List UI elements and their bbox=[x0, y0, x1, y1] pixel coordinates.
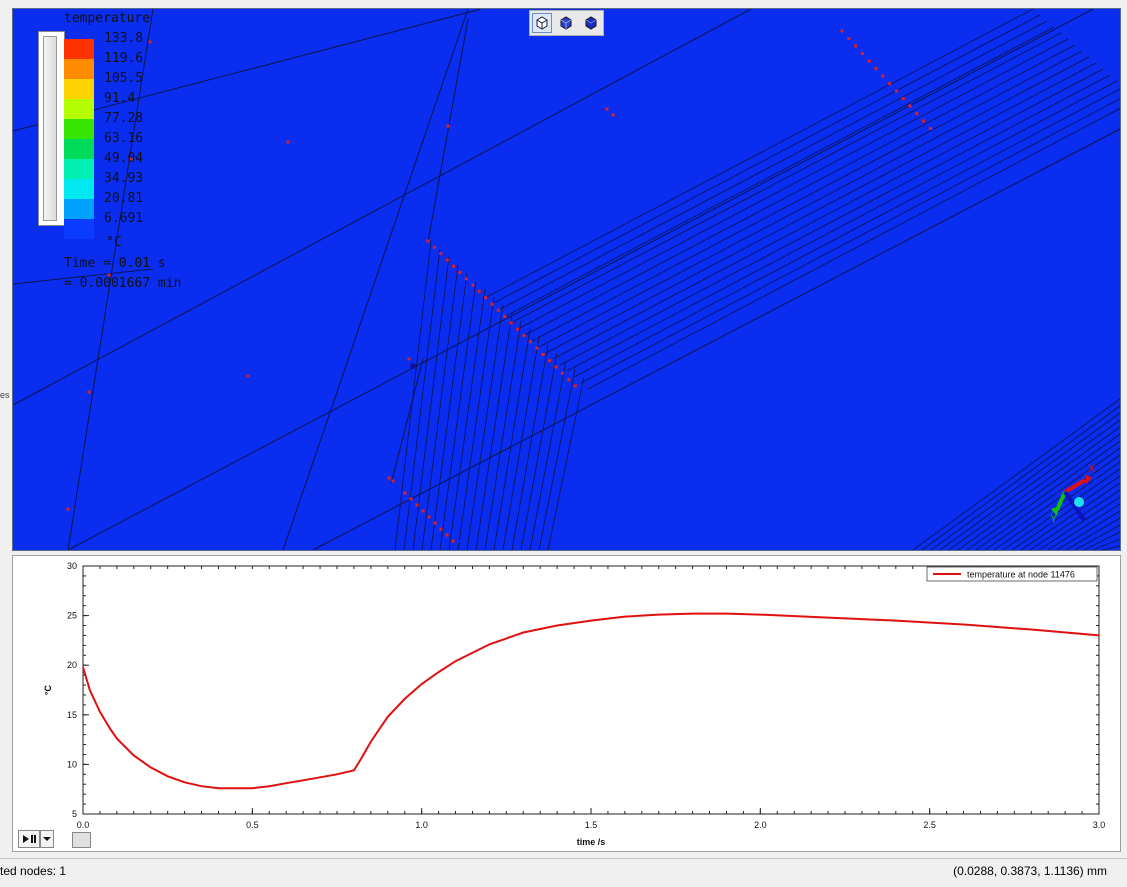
x-tick-label: 2.5 bbox=[923, 820, 936, 830]
x-tick-label: 1.0 bbox=[415, 820, 428, 830]
legend-level-label: 20.81 bbox=[104, 191, 144, 206]
triad-y-label: Y bbox=[1050, 513, 1058, 525]
y-tick-label: 30 bbox=[67, 561, 77, 571]
y-tick-label: 5 bbox=[72, 809, 77, 819]
x-tick-label: 2.0 bbox=[754, 820, 767, 830]
legend-range-slider[interactable] bbox=[38, 31, 65, 226]
legend-swatch bbox=[64, 99, 94, 119]
legend-slider-handle[interactable] bbox=[43, 36, 57, 221]
legend-swatch bbox=[64, 159, 94, 179]
legend-swatch bbox=[64, 79, 94, 99]
iso-view-icon[interactable] bbox=[532, 13, 553, 33]
clipped-side-label: es bbox=[0, 390, 10, 400]
legend-swatch bbox=[64, 139, 94, 159]
x-tick-label: 1.5 bbox=[585, 820, 598, 830]
status-bar: ted nodes: 1 (0.0288, 0.3873, 1.1136) mm bbox=[0, 858, 1127, 883]
y-tick-label: 10 bbox=[67, 759, 77, 769]
legend-swatch bbox=[64, 39, 94, 59]
legend-level-label: 91.4 bbox=[104, 91, 136, 106]
x-tick-label: 0.0 bbox=[77, 820, 90, 830]
legend-level-label: 63.16 bbox=[104, 131, 144, 146]
cursor-coordinates: (0.0288, 0.3873, 1.1136) mm bbox=[953, 864, 1107, 878]
y-axis-label: °C bbox=[43, 684, 53, 695]
series-line bbox=[82, 612, 1100, 790]
legend-level-label: 6.691 bbox=[104, 211, 144, 226]
plot-frame bbox=[82, 565, 1100, 815]
legend-level-label: 34.93 bbox=[104, 171, 144, 186]
temperature-chart: 0.0 0.5 1.0 1.5 2.0 2.5 3.0 5 10 15 20 25 30 time /s °… bbox=[43, 561, 1106, 847]
triad-x-label: X bbox=[1088, 463, 1096, 475]
time-readout: Time = 0.01 s bbox=[64, 256, 166, 271]
y-tick-label: 15 bbox=[67, 710, 77, 720]
front-view-icon[interactable] bbox=[556, 13, 576, 33]
legend-level-label: 77.28 bbox=[104, 111, 144, 126]
playback-dropdown-button[interactable] bbox=[40, 830, 54, 848]
x-axis-label: time /s bbox=[577, 837, 606, 847]
plot-panel[interactable]: 0.0 0.5 1.0 1.5 2.0 2.5 3.0 5 10 15 20 25 30 time /s °… bbox=[12, 555, 1121, 852]
y-tick-label: 20 bbox=[67, 660, 77, 670]
legend-swatch bbox=[64, 119, 94, 139]
time-readout-minutes: = 0.0001667 min bbox=[64, 276, 182, 291]
solid-view-icon[interactable] bbox=[581, 13, 601, 33]
play-pause-button[interactable] bbox=[18, 830, 40, 848]
legend-title: temperature bbox=[64, 11, 151, 26]
legend-unit: °C bbox=[106, 235, 122, 250]
legend-series-name: temperature at node 11476 bbox=[967, 570, 1075, 580]
selected-nodes-count: ted nodes: 1 bbox=[0, 864, 67, 878]
legend-level-label: 133.8 bbox=[104, 31, 144, 46]
x-tick-label: 3.0 bbox=[1093, 820, 1106, 830]
legend-swatch bbox=[64, 219, 94, 239]
axes-triad: X Y bbox=[1050, 463, 1096, 525]
legend-swatch bbox=[64, 179, 94, 199]
x-tick-label: 0.5 bbox=[246, 820, 259, 830]
y-tick-label: 25 bbox=[67, 611, 77, 621]
frame-slider-handle[interactable] bbox=[72, 832, 91, 848]
legend-swatch bbox=[64, 59, 94, 79]
legend-level-label: 105.5 bbox=[104, 71, 144, 86]
view-toolbar bbox=[529, 10, 604, 36]
legend-swatch bbox=[64, 199, 94, 219]
legend-level-label: 49.04 bbox=[104, 151, 144, 166]
legend-level-label: 119.6 bbox=[104, 51, 144, 66]
